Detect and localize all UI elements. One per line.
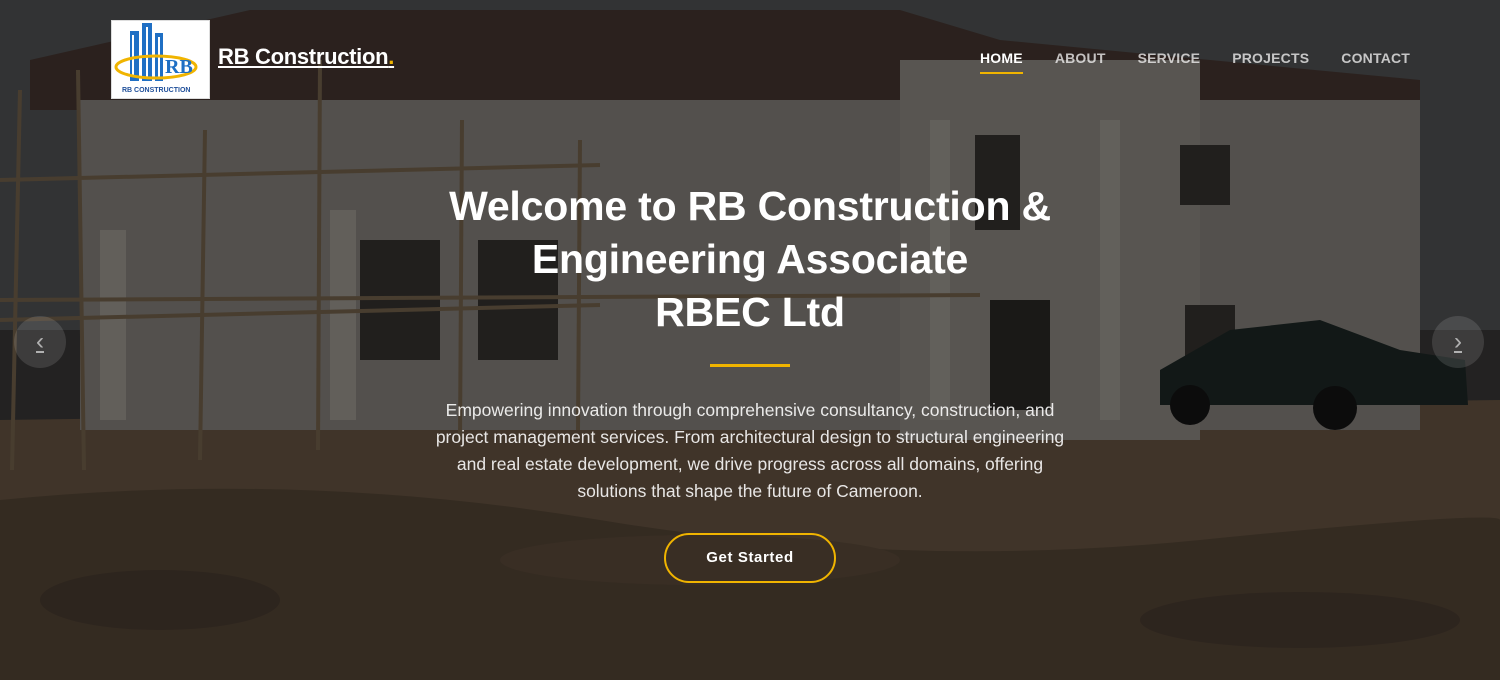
brand-name-text: RB Construction — [218, 44, 389, 69]
hero-title-line-1: Welcome to RB Construction & — [449, 183, 1051, 229]
logo-monogram: RB — [165, 56, 193, 78]
chevron-left-icon: ‹ — [36, 328, 44, 355]
title-divider — [710, 364, 790, 367]
main-nav: HOME ABOUT SERVICE PROJECTS CONTACT — [980, 50, 1442, 74]
nav-item-contact[interactable]: CONTACT — [1341, 50, 1410, 74]
nav-item-service[interactable]: SERVICE — [1138, 50, 1201, 74]
hero-title-line-2: Engineering Associate — [531, 236, 969, 282]
hero-title: Welcome to RB Construction & Engineering… — [350, 180, 1150, 339]
nav-item-about[interactable]: ABOUT — [1055, 50, 1106, 74]
logo-building-icon: RB RB CONSTRUCTION — [114, 23, 198, 94]
logo-caption: RB CONSTRUCTION — [122, 87, 190, 94]
nav-item-projects[interactable]: PROJECTS — [1232, 50, 1309, 74]
carousel-next-button[interactable]: › — [1432, 316, 1484, 368]
hero-title-line-3: RBEC Ltd — [655, 289, 845, 335]
brand-name[interactable]: RB Construction. — [218, 44, 394, 70]
site-logo[interactable]: RB RB CONSTRUCTION — [111, 20, 210, 99]
hero-section: RB RB CONSTRUCTION RB Construction. HOME… — [0, 0, 1500, 680]
brand-dot: . — [388, 44, 395, 69]
hero-description: Empowering innovation through comprehens… — [435, 400, 1065, 501]
get-started-button[interactable]: Get Started — [664, 533, 836, 583]
nav-item-home[interactable]: HOME — [980, 50, 1023, 74]
chevron-right-icon: › — [1454, 328, 1462, 355]
carousel-prev-button[interactable]: ‹ — [14, 316, 66, 368]
hero-content: Welcome to RB Construction & Engineering… — [350, 180, 1150, 583]
